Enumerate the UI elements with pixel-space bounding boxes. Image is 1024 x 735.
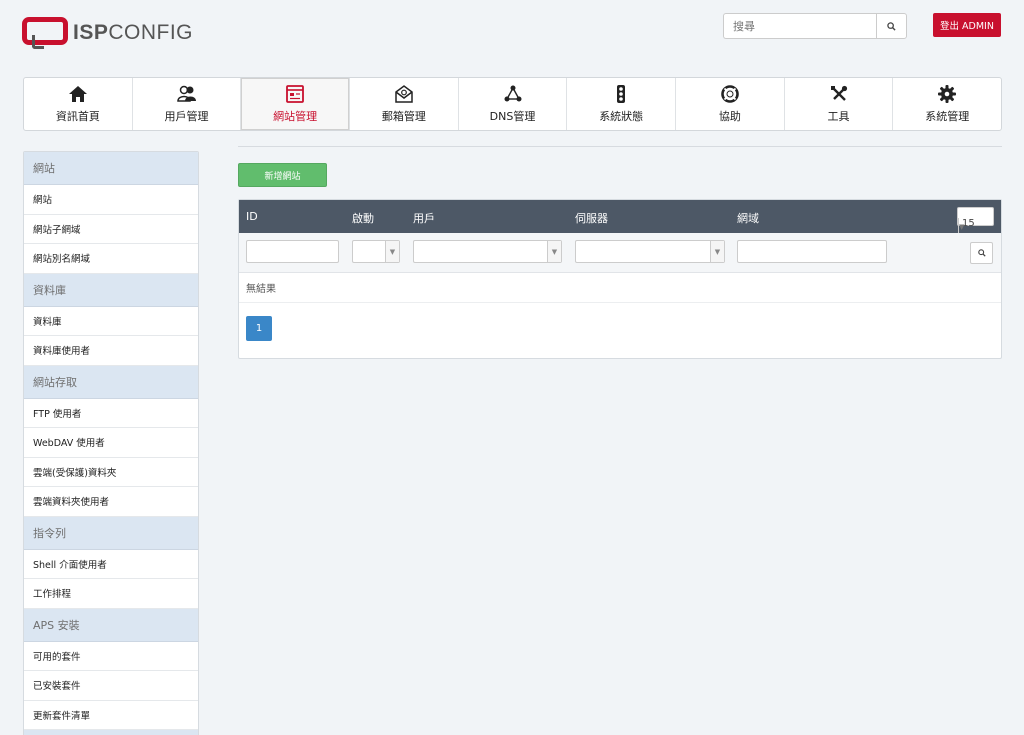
nav-item-status[interactable]: 系統狀態	[567, 78, 677, 130]
sidebar-item-available-packages[interactable]: 可用的套件	[24, 642, 198, 671]
nav-item-label: DNS管理	[489, 110, 536, 123]
nav-item-mail[interactable]: 郵箱管理	[350, 78, 459, 130]
global-search	[723, 13, 907, 39]
sidebar-item-protected-folders[interactable]: 雲端(受保護)資料夾	[24, 458, 198, 487]
sidebar-item-folder-users[interactable]: 雲端資料夾使用者	[24, 487, 198, 517]
website-icon	[286, 85, 305, 103]
filter-row: ▼ ▼ ▼	[239, 233, 1001, 273]
nav-item-label: 系統管理	[925, 110, 970, 123]
sidebar-section-title: 資料庫	[24, 273, 198, 307]
column-header-server[interactable]: 伺服器	[575, 210, 608, 226]
chevron-down-icon: ▼	[385, 241, 399, 262]
nav-item-label: 系統狀態	[599, 110, 644, 123]
column-header-client[interactable]: 用戶	[413, 210, 435, 226]
tools-icon	[830, 85, 847, 101]
websites-table: ID 啟動 用戶 伺服器 網域 15 ▼ ▼ ▼ ▼ 無結果 1	[238, 199, 1002, 359]
sidebar-item-alias-domains[interactable]: 網站別名網域	[24, 244, 198, 274]
search-button[interactable]	[876, 13, 907, 39]
sidebar-item-websites[interactable]: 網站	[24, 185, 198, 215]
filter-search-button[interactable]	[970, 242, 993, 264]
sidebar-item-update-package-list[interactable]: 更新套件清單	[24, 701, 198, 730]
nav-item-help[interactable]: 協助	[676, 78, 785, 130]
chevron-down-icon: ▼	[547, 241, 561, 262]
nav-item-label: 工具	[827, 110, 850, 123]
filter-server-select[interactable]: ▼	[575, 240, 725, 263]
nav-item-users[interactable]: 用戶管理	[133, 78, 242, 130]
traffic-light-icon	[617, 85, 626, 103]
nav-item-home[interactable]: 資訊首頁	[24, 78, 133, 130]
column-header-id[interactable]: ID	[246, 210, 258, 223]
sidebar-item-webdav-users[interactable]: WebDAV 使用者	[24, 428, 198, 458]
nav-item-label: 郵箱管理	[381, 110, 426, 123]
nav-item-system[interactable]: 系統管理	[893, 78, 1001, 130]
lifebuoy-icon	[721, 85, 739, 103]
logout-button[interactable]: 登出 ADMIN	[933, 13, 1001, 37]
sidebar-section-title: 網站存取	[24, 365, 198, 399]
mail-icon	[395, 85, 413, 103]
nav-item-websites[interactable]: 網站管理	[241, 78, 351, 130]
dns-icon	[504, 85, 522, 102]
nav-item-tools[interactable]: 工具	[785, 78, 894, 130]
nav-item-label: 用戶管理	[164, 110, 209, 123]
sidebar-section-title	[24, 730, 198, 735]
page-size-select[interactable]: 15 ▼	[957, 207, 994, 235]
sidebar-item-ftp-users[interactable]: FTP 使用者	[24, 399, 198, 428]
nav-item-label: 協助	[718, 110, 741, 123]
add-website-button[interactable]: 新增網站	[238, 163, 327, 187]
nav-item-label: 網站管理	[273, 110, 318, 123]
gear-icon	[938, 85, 957, 103]
table-header: ID 啟動 用戶 伺服器 網域 15 ▼	[239, 200, 1001, 235]
sidebar-item-subdomains[interactable]: 網站子網域	[24, 215, 198, 244]
filter-active-select[interactable]: ▼	[352, 240, 400, 263]
search-icon	[977, 249, 986, 257]
sidebar: 網站 網站 網站子網域 網站別名網域 資料庫 資料庫 資料庫使用者 網站存取 F…	[23, 151, 199, 735]
sidebar-item-databases[interactable]: 資料庫	[24, 307, 198, 336]
search-icon	[887, 21, 896, 31]
column-header-active[interactable]: 啟動	[352, 210, 374, 226]
sidebar-item-shell-users[interactable]: Shell 介面使用者	[24, 550, 198, 579]
chevron-down-icon: ▼	[710, 241, 724, 262]
users-icon	[176, 85, 196, 102]
main-nav: 資訊首頁 用戶管理 網站管理 郵箱管理 DNS管理 系統狀態 協助 工具 系統管…	[23, 77, 1002, 131]
nav-item-label: 資訊首頁	[55, 110, 100, 123]
filter-domain-input[interactable]	[737, 240, 887, 263]
no-results-text: 無結果	[239, 273, 1001, 303]
logo-text: ISPCONFIG	[73, 21, 194, 44]
filter-client-select[interactable]: ▼	[413, 240, 562, 263]
sidebar-item-cron-jobs[interactable]: 工作排程	[24, 579, 198, 609]
logo[interactable]: ISPCONFIG	[22, 15, 193, 51]
column-header-domain[interactable]: 網域	[737, 210, 759, 226]
logo-mark-icon	[22, 17, 68, 49]
divider	[238, 146, 1002, 147]
filter-id-input[interactable]	[246, 240, 339, 263]
search-input[interactable]	[723, 13, 876, 39]
nav-item-dns[interactable]: DNS管理	[459, 78, 568, 130]
home-icon	[68, 86, 87, 102]
sidebar-section-title: APS 安裝	[24, 608, 198, 642]
sidebar-item-installed-packages[interactable]: 已安裝套件	[24, 671, 198, 701]
sidebar-item-database-users[interactable]: 資料庫使用者	[24, 336, 198, 366]
sidebar-section-title: 網站	[24, 152, 198, 185]
pagination-page-1[interactable]: 1	[246, 316, 272, 341]
sidebar-section-title: 指令列	[24, 516, 198, 550]
